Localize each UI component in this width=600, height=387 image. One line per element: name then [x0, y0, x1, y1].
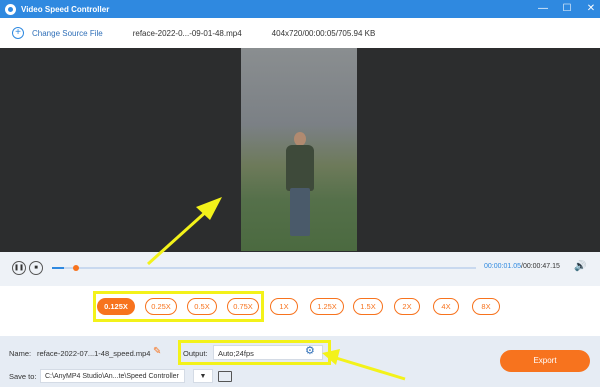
- restore-button[interactable]: ☐: [562, 0, 572, 18]
- speed-1x-button[interactable]: 1X: [270, 298, 298, 315]
- file-name: reface-2022-0...-09-01-48.mp4: [132, 28, 242, 38]
- person-head: [294, 132, 306, 146]
- person-body: [286, 145, 314, 191]
- minimize-button[interactable]: —: [538, 0, 548, 18]
- speed-125x-button[interactable]: 1.25X: [310, 298, 344, 315]
- name-value: reface-2022-07...1-48_speed.mp4: [37, 349, 151, 358]
- app-title: Video Speed Controller: [21, 4, 110, 14]
- speed-15x-button[interactable]: 1.5X: [353, 298, 383, 315]
- video-frame[interactable]: [241, 48, 357, 251]
- volume-icon[interactable]: 🔊: [574, 261, 586, 272]
- export-button[interactable]: Export: [500, 350, 590, 372]
- highlight-box-speeds: [93, 291, 264, 322]
- current-time: 00:00:01.05: [484, 263, 521, 270]
- edit-icon[interactable]: ✎: [153, 346, 161, 357]
- time-display: 00:00:01.05/00:00:47.15: [484, 263, 560, 270]
- app-logo-icon: [5, 3, 16, 15]
- person-legs: [290, 188, 310, 236]
- add-icon[interactable]: +: [12, 27, 24, 39]
- title-bar: Video Speed Controller — ☐ ✕: [0, 0, 600, 18]
- progress-track[interactable]: [52, 265, 476, 271]
- toolbar: + Change Source File reface-2022-0...-09…: [0, 18, 600, 49]
- progress-thumb[interactable]: [72, 265, 79, 271]
- stop-icon[interactable]: ■: [29, 261, 43, 275]
- highlight-box-output: [178, 340, 331, 365]
- saveto-label: Save to:: [9, 372, 37, 381]
- speed-8x-button[interactable]: 8X: [472, 298, 500, 315]
- speed-options: 0.125X 0.25X 0.5X 0.75X 1X 1.25X 1.5X 2X…: [0, 286, 600, 336]
- change-source-button[interactable]: Change Source File: [32, 29, 103, 38]
- window-controls: — ☐ ✕: [538, 0, 596, 18]
- output-settings: Name: reface-2022-07...1-48_speed.mp4 ✎ …: [0, 336, 600, 387]
- total-time: 00:00:47.15: [522, 263, 560, 270]
- folder-icon[interactable]: [218, 371, 232, 382]
- playback-bar: ❚❚ ■ 00:00:01.05/00:00:47.15 🔊: [0, 252, 600, 286]
- progress-fill: [52, 267, 64, 269]
- speed-4x-button[interactable]: 4X: [433, 298, 459, 315]
- file-info: 404x720/00:00:05/705.94 KB: [271, 28, 376, 38]
- video-preview: [0, 48, 600, 252]
- saveto-dropdown-button[interactable]: ▼: [193, 369, 213, 383]
- saveto-field[interactable]: C:\AnyMP4 Studio\An...te\Speed Controlle…: [40, 369, 185, 383]
- pause-icon[interactable]: ❚❚: [12, 261, 26, 275]
- close-button[interactable]: ✕: [586, 0, 596, 18]
- name-label: Name:: [9, 349, 32, 358]
- speed-2x-button[interactable]: 2X: [394, 298, 420, 315]
